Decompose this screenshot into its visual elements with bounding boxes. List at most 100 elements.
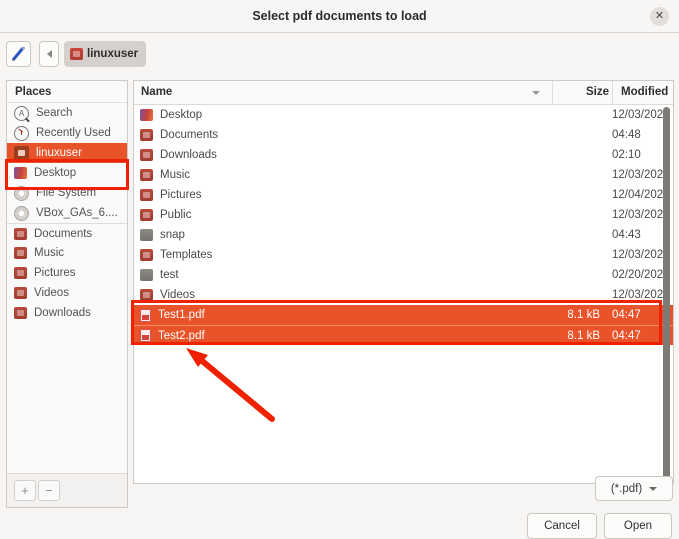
sidebar-item-search[interactable]: A Search [7,103,127,123]
file-modified: 04:47 [612,309,641,321]
file-modified: 02/20/2023 [612,269,670,281]
sidebar-footer: + − [7,473,127,507]
breadcrumb[interactable]: linuxuser [64,41,147,67]
desktop-folder-icon [140,109,153,121]
file-name: Test1.pdf [158,309,205,321]
folder-icon [140,169,153,181]
table-row[interactable]: test 02/20/2023 [134,265,673,285]
sidebar-item-label: VBox_GAs_6.... [36,207,118,219]
file-modified: 12/03/2022 [612,289,670,301]
clock-circle-icon [14,125,29,141]
table-row[interactable]: Documents 04:48 [134,125,673,145]
folder-icon [140,189,153,201]
vertical-scrollbar[interactable] [663,107,670,479]
folder-icon [14,227,27,240]
sidebar-item-label: Desktop [34,167,77,179]
add-place-button[interactable]: + [14,480,36,501]
window-titlebar: Select pdf documents to load ✕ [0,0,679,33]
chevron-left-icon [47,50,52,58]
file-type-filter-dropdown[interactable]: (*.pdf) [595,476,673,501]
file-modified: 04:48 [612,129,641,141]
toolbar: linuxuser [0,33,679,75]
sidebar-item-vbox-gas[interactable]: VBox_GAs_6.... [7,203,127,223]
table-row[interactable]: Desktop 12/03/2022 [134,105,673,125]
folder-icon [140,209,153,221]
disc-icon [14,205,29,221]
sidebar-item-documents[interactable]: Documents [7,223,127,243]
sidebar-item-file-system[interactable]: File System [7,183,127,203]
sidebar-item-music[interactable]: Music [7,243,127,263]
table-row[interactable]: Templates 12/03/2022 [134,245,673,265]
breadcrumb-label: linuxuser [87,48,139,60]
file-name: Pictures [160,189,202,201]
file-name: Downloads [160,149,217,161]
file-name: Documents [160,129,219,141]
folder-icon [14,267,27,279]
file-modified: 12/03/2022 [612,209,670,221]
sidebar-item-downloads[interactable]: Downloads [7,303,127,323]
file-name: test [160,269,179,281]
file-rows: Desktop 12/03/2022 Documents 04:48 Downl… [134,105,673,345]
sort-descending-icon[interactable] [532,91,540,95]
file-list: Name Size Modified Desktop 12/03/2022 Do… [133,80,674,484]
column-header-size[interactable]: Size [552,81,609,104]
file-name: Music [160,169,191,181]
file-modified: 04:43 [612,229,641,241]
column-header-name[interactable]: Name [141,81,172,104]
sidebar-item-label: Search [36,107,73,119]
open-button[interactable]: Open [604,513,672,539]
sidebar-item-label: Music [34,247,65,259]
pencil-icon[interactable] [6,41,31,67]
file-name: Desktop [160,109,203,121]
sidebar-item-label: Recently Used [36,127,111,139]
folder-icon [140,149,153,161]
file-name: Videos [160,289,195,301]
search-circle-icon: A [14,105,30,123]
folder-icon [140,129,153,141]
sidebar-item-label: Videos [34,287,69,299]
file-modified: 12/04/2022 [612,189,670,201]
table-row[interactable]: snap 04:43 [134,225,673,245]
sidebar-item-linuxuser[interactable]: linuxuser [7,143,127,163]
table-row[interactable]: Public 12/03/2022 [134,205,673,225]
file-size: 8.1 kB [567,309,600,321]
file-modified: 02:10 [612,149,641,161]
pdf-icon [140,329,151,342]
cancel-button[interactable]: Cancel [527,513,597,539]
sidebar-item-recently-used[interactable]: Recently Used [7,123,127,143]
places-list: A Search Recently Used linuxuser Desktop… [7,103,127,473]
table-row[interactable]: Test1.pdf 8.1 kB 04:47 [134,305,673,325]
filter-label: (*.pdf) [610,482,643,495]
file-name: Templates [160,249,213,261]
sidebar-item-label: File System [36,187,97,199]
places-header: Places [7,81,127,103]
sidebar-item-label: Downloads [34,307,91,319]
pencil-glyph [11,46,26,61]
folder-icon [14,307,27,319]
column-header-modified[interactable]: Modified [612,81,668,104]
back-button[interactable] [39,41,59,67]
file-name: snap [160,229,185,241]
file-modified: 04:47 [612,329,641,342]
file-size: 8.1 kB [567,329,600,342]
close-icon[interactable]: ✕ [650,7,669,26]
sidebar-item-videos[interactable]: Videos [7,283,127,303]
folder-icon [14,247,27,259]
file-list-header: Name Size Modified [134,81,673,105]
file-name: Public [160,209,192,221]
table-row[interactable]: Pictures 12/04/2022 [134,185,673,205]
sidebar-item-label: linuxuser [36,147,83,159]
folder-icon [14,287,27,299]
remove-place-button[interactable]: − [38,480,60,501]
file-modified: 12/03/2022 [612,169,670,181]
chevron-down-icon [649,486,658,491]
table-row[interactable]: Videos 12/03/2022 [134,285,673,305]
table-row[interactable]: Test2.pdf 8.1 kB 04:47 [134,325,673,345]
sidebar-item-label: Documents [34,227,93,240]
file-modified: 12/03/2022 [612,109,670,121]
table-row[interactable]: Downloads 02:10 [134,145,673,165]
places-sidebar: Places A Search Recently Used linuxuser … [6,80,128,508]
sidebar-item-pictures[interactable]: Pictures [7,263,127,283]
sidebar-item-desktop[interactable]: Desktop [7,163,127,183]
table-row[interactable]: Music 12/03/2022 [134,165,673,185]
